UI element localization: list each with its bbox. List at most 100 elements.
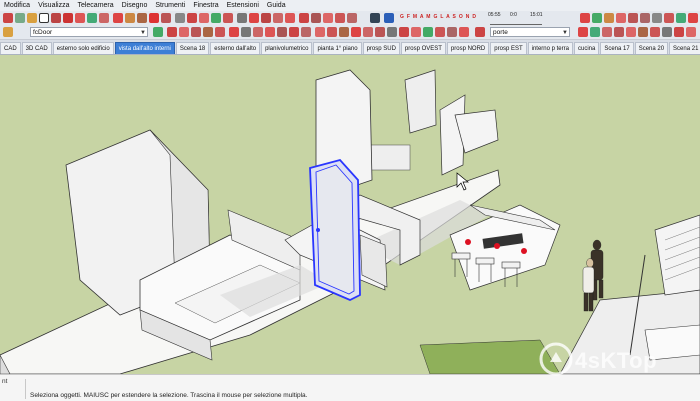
zoom-icon[interactable] (261, 13, 271, 23)
fog-panel-icon[interactable] (614, 27, 624, 37)
next-view-icon[interactable] (311, 13, 321, 23)
xray-icon[interactable] (229, 27, 239, 37)
scene-tab[interactable]: prosp NORD (446, 42, 490, 54)
bottom-view-icon[interactable] (387, 27, 397, 37)
scene-tab[interactable]: planivolumetrico (261, 42, 313, 54)
move-icon[interactable] (113, 13, 123, 23)
position-camera-icon[interactable] (323, 13, 333, 23)
previous-view-icon[interactable] (299, 13, 309, 23)
warehouse-icon[interactable] (664, 13, 674, 23)
scene-tab[interactable]: Scena 17 (600, 42, 634, 54)
scene-tab[interactable]: esterno solo edificio (52, 42, 114, 54)
circle-icon[interactable] (63, 13, 73, 23)
extension-icon[interactable] (676, 13, 686, 23)
back-view-icon[interactable] (363, 27, 373, 37)
scene-tab[interactable]: Scena 18 (175, 42, 210, 54)
menu-strumenti[interactable]: Strumenti (151, 2, 189, 9)
menu-visualizza[interactable]: Visualizza (34, 2, 73, 9)
smoove-icon[interactable] (616, 13, 626, 23)
select-arrow-icon[interactable] (39, 13, 49, 23)
materials-icon[interactable] (203, 27, 213, 37)
wireframe-icon[interactable] (253, 27, 263, 37)
scene-tab[interactable]: prosp EST (490, 42, 527, 54)
shaded-icon[interactable] (277, 27, 287, 37)
sandbox-icon[interactable] (580, 13, 590, 23)
layers-icon[interactable] (153, 27, 163, 37)
right-view-icon[interactable] (351, 27, 361, 37)
component-icon[interactable] (3, 27, 13, 37)
paint-bucket-icon[interactable] (15, 13, 25, 23)
back-edges-icon[interactable] (241, 27, 251, 37)
scene-tab[interactable]: prosp SUD (362, 42, 400, 54)
make-group-icon[interactable] (167, 27, 177, 37)
outliner-icon[interactable] (179, 27, 189, 37)
dimension-icon[interactable] (187, 13, 197, 23)
scene-tab[interactable]: Scena 20 (634, 42, 669, 54)
pan-icon[interactable] (249, 13, 259, 23)
text-icon[interactable] (211, 13, 221, 23)
soften-icon[interactable] (602, 27, 612, 37)
menu-guida[interactable]: Guida (263, 2, 290, 9)
stamp-icon[interactable] (592, 13, 602, 23)
rectangle-icon[interactable] (51, 13, 61, 23)
flip-edge-icon[interactable] (628, 13, 638, 23)
tag-combo[interactable]: porte ▼ (490, 27, 570, 37)
scene-tab[interactable]: interno p terra (527, 42, 573, 54)
subtract-icon[interactable] (447, 27, 457, 37)
menu-disegno[interactable]: Disegno (118, 2, 152, 9)
arc-icon[interactable] (75, 13, 85, 23)
polygon-icon[interactable] (87, 13, 97, 23)
tape-measure-icon[interactable] (175, 13, 185, 23)
menu-telecamera[interactable]: Telecamera (73, 2, 117, 9)
zoom-extents-icon[interactable] (285, 13, 295, 23)
match-photo-icon[interactable] (626, 27, 636, 37)
scene-tab[interactable]: cucina (573, 42, 600, 54)
textured-icon[interactable] (289, 27, 299, 37)
axes-icon[interactable] (223, 13, 233, 23)
shadows-icon[interactable] (370, 13, 380, 23)
orbit-icon[interactable] (237, 13, 247, 23)
scenes-icon[interactable] (215, 27, 225, 37)
eraser-icon[interactable] (3, 13, 13, 23)
top-view-icon[interactable] (327, 27, 337, 37)
monochrome-icon[interactable] (301, 27, 311, 37)
component-combo[interactable]: fcDoor ▼ (30, 27, 148, 37)
trim-icon[interactable] (459, 27, 469, 37)
instructor-icon[interactable] (638, 27, 648, 37)
rotate-icon[interactable] (125, 13, 135, 23)
walk-icon[interactable] (335, 13, 345, 23)
layout-icon[interactable] (688, 13, 698, 23)
drape-icon[interactable] (604, 13, 614, 23)
look-around-icon[interactable] (347, 13, 357, 23)
styles-icon[interactable] (191, 27, 201, 37)
model-viewport[interactable] (0, 55, 700, 374)
scene-tab[interactable]: CAD (0, 42, 21, 54)
line-tool-icon[interactable] (27, 13, 37, 23)
photo-textures-icon[interactable] (686, 27, 696, 37)
scene-tab[interactable]: pianta 1° piano (313, 42, 362, 54)
fog-icon[interactable] (384, 13, 394, 23)
geo-location-icon[interactable] (650, 27, 660, 37)
intersect-icon[interactable] (423, 27, 433, 37)
front-view-icon[interactable] (339, 27, 349, 37)
sun-icon[interactable] (399, 27, 409, 37)
iso-view-icon[interactable] (315, 27, 325, 37)
section-plane-icon[interactable] (652, 13, 662, 23)
generate-report-icon[interactable] (662, 27, 672, 37)
solid-tools-icon[interactable] (411, 27, 421, 37)
offset-icon[interactable] (161, 13, 171, 23)
menu-modifica[interactable]: Modifica (0, 2, 34, 9)
menu-estensioni[interactable]: Estensioni (223, 2, 263, 9)
protractor-icon[interactable] (199, 13, 209, 23)
push-pull-icon[interactable] (99, 13, 109, 23)
entity-info-icon[interactable] (590, 27, 600, 37)
scene-tab[interactable]: 3D CAD (21, 42, 52, 54)
left-view-icon[interactable] (375, 27, 385, 37)
scale-icon[interactable] (149, 13, 159, 23)
scene-tab[interactable]: Scena 21 (669, 42, 700, 54)
split-icon[interactable] (475, 27, 485, 37)
scene-tab[interactable]: prosp OVEST (400, 42, 446, 54)
union-icon[interactable] (435, 27, 445, 37)
tag-manager-icon[interactable] (578, 27, 588, 37)
hidden-line-icon[interactable] (265, 27, 275, 37)
